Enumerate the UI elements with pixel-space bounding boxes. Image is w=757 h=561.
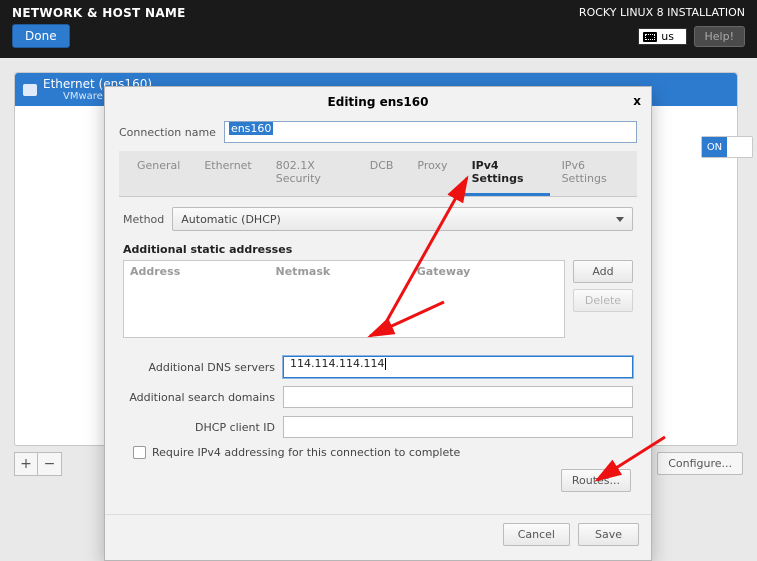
method-value: Automatic (DHCP) [181, 213, 281, 226]
tab-ethernet[interactable]: Ethernet [192, 151, 263, 196]
addresses-table[interactable]: Address Netmask Gateway [123, 260, 565, 338]
settings-tabs: General Ethernet 802.1X Security DCB Pro… [119, 151, 637, 197]
close-icon[interactable]: x [633, 94, 641, 108]
dhcp-client-id-label: DHCP client ID [123, 421, 283, 434]
tab-proxy[interactable]: Proxy [405, 151, 459, 196]
cancel-button[interactable]: Cancel [503, 523, 570, 546]
method-dropdown[interactable]: Automatic (DHCP) [172, 207, 633, 231]
tab-ipv4-settings[interactable]: IPv4 Settings [460, 151, 550, 196]
keyboard-icon [643, 32, 657, 42]
col-netmask: Netmask [276, 265, 417, 278]
ipv4-tab-content: Method Automatic (DHCP) Additional stati… [119, 197, 637, 502]
search-domains-label: Additional search domains [123, 391, 283, 404]
connection-name-label: Connection name [119, 126, 216, 139]
add-address-button[interactable]: Add [573, 260, 633, 283]
method-label: Method [123, 213, 164, 226]
toggle-on-label: ON [702, 137, 727, 157]
toggle-off-side [727, 137, 752, 157]
installer-title: ROCKY LINUX 8 INSTALLATION [579, 6, 745, 19]
static-addresses-heading: Additional static addresses [123, 243, 633, 256]
connection-name-input[interactable]: ens160 [224, 121, 637, 143]
col-gateway: Gateway [417, 265, 558, 278]
dialog-title-bar: Editing ens160 x [105, 87, 651, 115]
delete-address-button[interactable]: Delete [573, 289, 633, 312]
dialog-footer: Cancel Save [105, 514, 651, 560]
keyboard-indicator[interactable]: us [638, 28, 687, 45]
tab-ipv6-settings[interactable]: IPv6 Settings [550, 151, 631, 196]
routes-button[interactable]: Routes... [561, 469, 631, 492]
nic-enable-toggle[interactable]: ON [701, 136, 753, 158]
dns-servers-input[interactable]: 114.114.114.114 [283, 356, 633, 378]
ethernet-icon [23, 84, 37, 96]
addresses-table-header: Address Netmask Gateway [124, 261, 564, 282]
add-nic-button[interactable]: + [14, 452, 38, 476]
keyboard-layout-label: us [661, 30, 674, 43]
tab-general[interactable]: General [125, 151, 192, 196]
dns-servers-label: Additional DNS servers [123, 361, 283, 374]
nic-add-remove: + − [14, 452, 62, 476]
dhcp-client-id-input[interactable] [283, 416, 633, 438]
done-button[interactable]: Done [12, 24, 70, 48]
col-address: Address [130, 265, 276, 278]
require-ipv4-checkbox[interactable] [133, 446, 146, 459]
text-cursor [385, 358, 386, 370]
help-button[interactable]: Help! [694, 26, 746, 47]
tab-8021x-security[interactable]: 802.1X Security [264, 151, 358, 196]
dns-servers-value: 114.114.114.114 [290, 357, 384, 370]
search-domains-input[interactable] [283, 386, 633, 408]
connection-name-value: ens160 [229, 122, 273, 135]
tab-dcb[interactable]: DCB [358, 151, 406, 196]
top-bar: NETWORK & HOST NAME ROCKY LINUX 8 INSTAL… [0, 0, 757, 58]
require-ipv4-label: Require IPv4 addressing for this connect… [152, 446, 460, 459]
save-button[interactable]: Save [578, 523, 639, 546]
dialog-title: Editing ens160 [328, 95, 429, 109]
require-ipv4-row[interactable]: Require IPv4 addressing for this connect… [133, 446, 633, 459]
edit-connection-dialog: Editing ens160 x Connection name ens160 … [104, 86, 652, 561]
remove-nic-button[interactable]: − [38, 452, 62, 476]
chevron-down-icon [616, 217, 624, 222]
configure-button[interactable]: Configure... [657, 452, 743, 475]
